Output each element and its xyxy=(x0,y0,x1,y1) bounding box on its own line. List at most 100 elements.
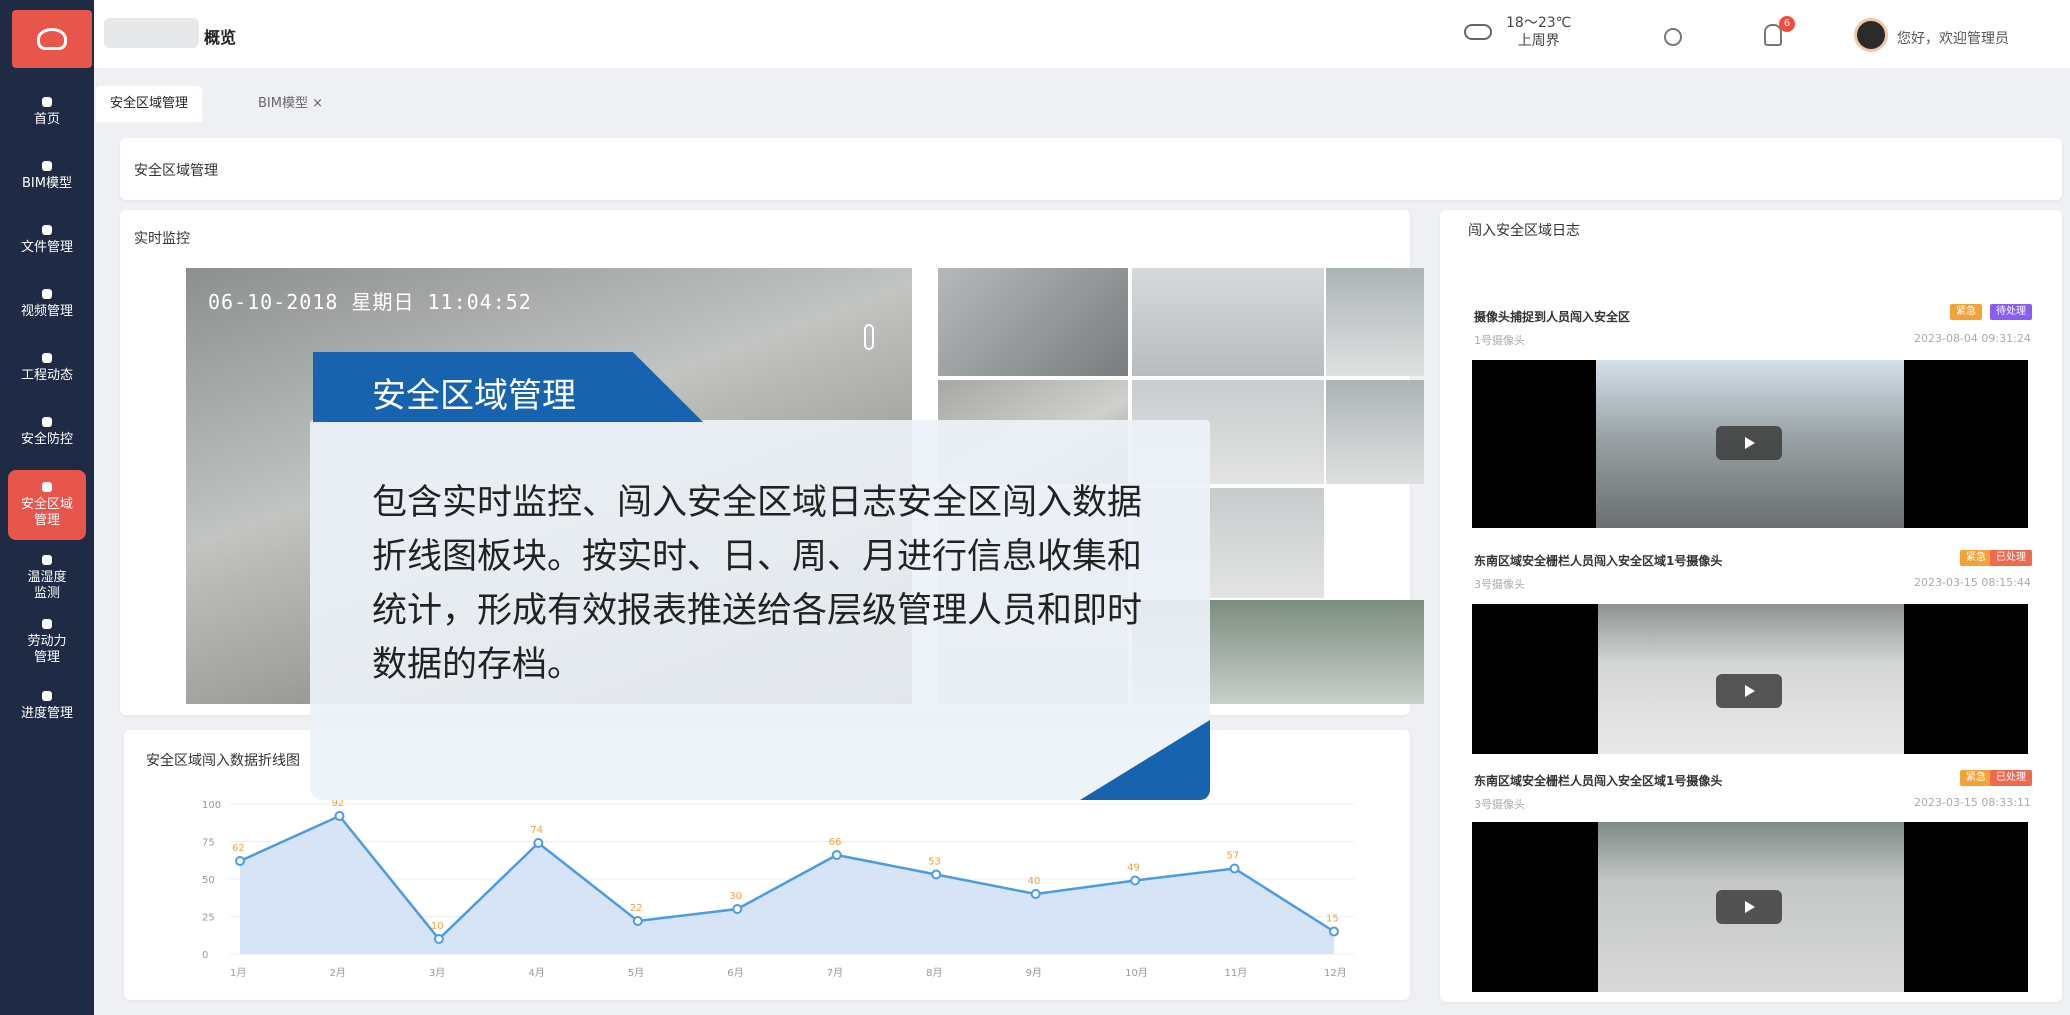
weather-widget: 18～23℃ 上周界 xyxy=(1464,14,1571,50)
data-label: 30 xyxy=(729,891,742,902)
x-tick-label: 12月 xyxy=(1324,967,1347,979)
data-point xyxy=(1229,863,1240,874)
sidebar-item-label: 首页 xyxy=(33,111,60,127)
home-icon xyxy=(42,96,52,107)
log-entry-title[interactable]: 东南区域安全栅栏人员闯入安全区域1号摄像头 xyxy=(1474,552,1722,569)
data-point xyxy=(433,934,444,944)
x-tick-label: 11月 xyxy=(1225,967,1248,979)
notification-badge: 6 xyxy=(1779,16,1795,32)
status-badge: 紧急 xyxy=(1950,304,1982,320)
settings-icon[interactable] xyxy=(1664,28,1682,46)
camera-feed-7[interactable] xyxy=(1326,380,1424,484)
log-entry-title[interactable]: 摄像头捕捉到人员闯入安全区 xyxy=(1474,308,1630,325)
status-badge: 紧急 xyxy=(1960,550,1992,566)
x-tick-label: 5月 xyxy=(628,967,644,979)
log-entry-title[interactable]: 东南区域安全栅栏人员闯入安全区域1号摄像头 xyxy=(1474,772,1722,789)
data-label: 40 xyxy=(1028,876,1041,887)
sidebar-item-label: 安全区域管理 xyxy=(20,496,73,528)
data-point xyxy=(1329,926,1339,937)
sidebar-item-label: 安全防控 xyxy=(20,431,73,447)
sidebar-item-files[interactable]: 文件管理 xyxy=(0,208,94,272)
monitor-title: 实时监控 xyxy=(134,231,190,247)
status-badge: 待处理 xyxy=(1990,304,2032,320)
avatar[interactable] xyxy=(1854,18,1888,52)
tab-bim-model[interactable]: BIM模型 × xyxy=(244,86,337,122)
sidebar-item-video[interactable]: 视频管理 xyxy=(0,272,94,336)
log-entry-video[interactable] xyxy=(1472,360,2028,528)
data-label: 62 xyxy=(232,843,245,854)
x-tick-label: 10月 xyxy=(1125,967,1148,979)
video-icon xyxy=(42,288,52,299)
status-badge: 紧急 xyxy=(1960,770,1992,786)
data-point xyxy=(632,916,643,926)
y-tick-label: 0 xyxy=(202,950,208,961)
weather-temp: 18～23℃ xyxy=(1506,15,1572,31)
log-entry-sub: 3号摄像头 xyxy=(1474,798,1525,811)
sidebar-item-bim[interactable]: BIM模型 xyxy=(0,144,94,208)
data-point xyxy=(334,811,345,821)
data-label: 49 xyxy=(1127,863,1140,874)
camera-feed-2[interactable] xyxy=(938,268,1128,376)
log-title: 闯入安全区域日志 xyxy=(1468,223,1580,239)
sidebar-item-home[interactable]: 首页 xyxy=(0,80,94,144)
tab-bar: 安全区域管理 BIM模型 × xyxy=(94,80,2070,122)
play-icon[interactable] xyxy=(1716,890,1782,924)
data-label: 74 xyxy=(530,825,543,836)
x-tick-label: 4月 xyxy=(528,967,544,979)
data-point xyxy=(732,904,743,914)
zone-icon xyxy=(42,481,52,492)
data-point xyxy=(1030,889,1041,899)
news-icon xyxy=(42,352,52,363)
camera-feed-4[interactable] xyxy=(1326,268,1424,376)
data-label: 57 xyxy=(1227,851,1240,862)
y-tick-label: 50 xyxy=(202,875,215,886)
sidebar-item-schedule[interactable]: 进度管理 xyxy=(0,674,94,738)
log-entry-time: 2023-03-15 08:33:11 xyxy=(1914,796,2031,809)
sidebar-item-label: BIM模型 xyxy=(22,175,72,191)
camera-timestamp: 06-10-2018 星期日 11:04:52 xyxy=(208,290,532,314)
sidebar-item-safety[interactable]: 安全防控 xyxy=(0,400,94,464)
x-tick-label: 1月 xyxy=(230,967,246,979)
x-tick-label: 8月 xyxy=(926,967,942,979)
shield-icon xyxy=(42,416,52,427)
y-tick-label: 25 xyxy=(202,913,215,924)
app-logo[interactable] xyxy=(12,10,92,68)
data-point xyxy=(235,856,245,866)
y-tick-label: 100 xyxy=(202,800,221,811)
sidebar-item-label: 温湿度监测 xyxy=(27,569,67,601)
data-point xyxy=(831,850,842,860)
status-badge: 已处理 xyxy=(1990,770,2032,786)
data-label: 22 xyxy=(630,903,643,914)
data-point xyxy=(1130,875,1141,886)
sidebar-item-label: 文件管理 xyxy=(20,239,73,255)
data-label: 15 xyxy=(1326,914,1339,925)
log-entry-video[interactable] xyxy=(1472,822,2028,992)
sidebar-item-safe-zone[interactable]: 安全区域管理 xyxy=(8,470,86,540)
blurred-logo-text xyxy=(104,18,199,48)
data-point xyxy=(533,838,544,848)
user-greeting[interactable]: 您好，欢迎管理员 xyxy=(1897,28,2009,48)
x-tick-label: 3月 xyxy=(429,967,445,979)
person-icon xyxy=(42,160,52,171)
y-tick-label: 75 xyxy=(202,838,215,849)
chart-icon xyxy=(42,554,52,565)
log-entry-time: 2023-08-04 09:31:24 xyxy=(1914,332,2031,345)
play-icon[interactable] xyxy=(1716,426,1782,460)
sidebar-item-progress-news[interactable]: 工程动态 xyxy=(0,336,94,400)
play-icon[interactable] xyxy=(1716,674,1782,708)
sidebar-nav: 首页 BIM模型 文件管理 视频管理 工程动态 安全防控 安全区域管理 温湿度监… xyxy=(0,80,94,738)
tab-safe-zone[interactable]: 安全区域管理 xyxy=(96,86,203,122)
data-label: 10 xyxy=(431,921,444,932)
log-entry-video[interactable] xyxy=(1472,604,2028,754)
sidebar-item-label: 视频管理 xyxy=(20,303,73,319)
schedule-icon xyxy=(42,690,52,701)
sidebar-item-labor[interactable]: 劳动力管理 xyxy=(0,610,94,674)
labor-icon xyxy=(42,618,52,629)
log-entry-sub: 3号摄像头 xyxy=(1474,578,1525,591)
page-title: 概览 xyxy=(204,28,237,47)
logo-icon xyxy=(37,28,67,50)
log-entry-sub: 1号摄像头 xyxy=(1474,334,1525,347)
camera-feed-3[interactable] xyxy=(1132,268,1324,376)
sidebar-item-temperature[interactable]: 温湿度监测 xyxy=(0,546,94,610)
overlay-description: 包含实时监控、闯入安全区域日志安全区闯入数据折线图板块。按实时、日、周、月进行信… xyxy=(372,483,1143,685)
